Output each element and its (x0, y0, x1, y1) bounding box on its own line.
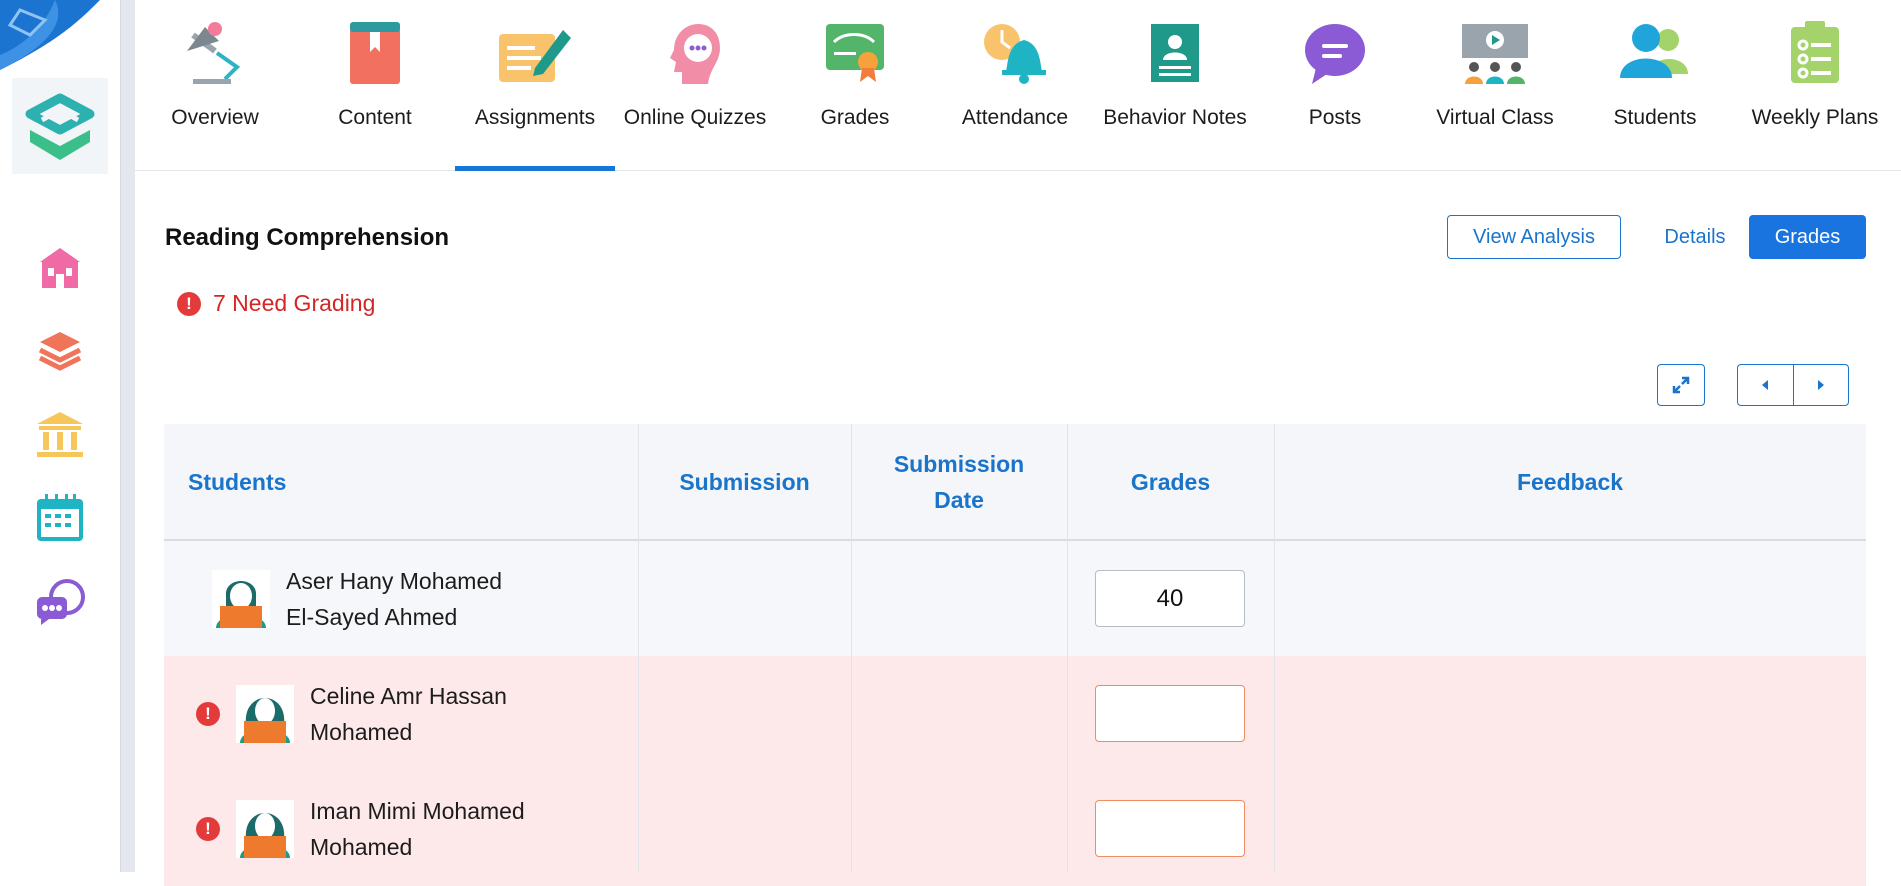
left-rail (0, 0, 120, 872)
tab-label: Assignments (474, 106, 596, 129)
bell-clock-icon (975, 18, 1055, 88)
need-grading-text: 7 Need Grading (213, 290, 376, 316)
header-feedback[interactable]: Feedback (1274, 424, 1866, 539)
grades-table: Students Submission Submission Date Grad… (164, 424, 1866, 886)
tab-online-quizzes[interactable]: Online Quizzes (615, 0, 775, 170)
tab-content[interactable]: Content (295, 0, 455, 170)
header-submission[interactable]: Submission (638, 424, 851, 539)
student-name: Aser Hany Mohamed El-Sayed Ahmed (286, 567, 503, 630)
calendar-icon[interactable] (30, 488, 90, 548)
student-cell: ! Celine Amr Hassan Mohamed (196, 656, 550, 771)
tab-students[interactable]: Students (1575, 0, 1735, 170)
certificate-icon (815, 18, 895, 88)
table-header: Students Submission Submission Date Grad… (164, 424, 1866, 541)
expand-button[interactable] (1657, 364, 1705, 406)
course-tabs: Overview Content Assignments Online Quiz… (135, 0, 1901, 171)
tab-label: Posts (1308, 106, 1362, 129)
main-content: Overview Content Assignments Online Quiz… (135, 0, 1901, 886)
active-tab-indicator (455, 166, 615, 171)
page-title: Reading Comprehension (165, 224, 450, 251)
page-curl-icon (0, 0, 100, 70)
header-submission-date[interactable]: Submission Date (851, 424, 1067, 539)
tab-label: Virtual Class (1436, 106, 1554, 129)
details-button[interactable]: Details (1645, 215, 1745, 259)
speech-bubble-icon (1295, 18, 1375, 88)
grades-button[interactable]: Grades (1749, 215, 1866, 259)
student-name: Celine Amr Hassan Mohamed (310, 682, 507, 745)
previous-page-button[interactable] (1738, 365, 1794, 405)
table-row: Aser Hany Mohamed El-Sayed Ahmed 40 (164, 541, 1866, 656)
tab-label: Weekly Plans (1751, 106, 1879, 129)
tab-label: Attendance (961, 106, 1069, 129)
column-divider (638, 424, 639, 872)
header-students[interactable]: Students (188, 424, 488, 539)
student-avatar (212, 569, 270, 628)
tab-label: Content (338, 106, 412, 129)
column-divider (1274, 424, 1275, 872)
presentation-icon (1455, 18, 1535, 88)
school-icon[interactable] (30, 238, 90, 298)
table-row: ! Iman Mimi Mohamed Mohamed (164, 771, 1866, 886)
tab-overview[interactable]: Overview (135, 0, 295, 170)
pen-paper-icon (495, 18, 575, 88)
alert-icon: ! (177, 291, 201, 316)
expand-icon (1672, 376, 1690, 394)
institution-icon[interactable] (30, 404, 90, 464)
caret-left-icon (1762, 380, 1769, 390)
view-analysis-button[interactable]: View Analysis (1447, 215, 1621, 259)
alert-icon: ! (196, 816, 220, 841)
tab-virtual-class[interactable]: Virtual Class (1415, 0, 1575, 170)
id-card-icon (1135, 18, 1215, 88)
column-divider (1067, 424, 1068, 872)
app-logo-icon[interactable] (12, 78, 108, 174)
caret-right-icon (1817, 380, 1824, 390)
table-pager (1737, 364, 1849, 406)
alert-icon: ! (196, 701, 220, 726)
tab-label: Overview (171, 106, 259, 129)
student-avatar (236, 799, 294, 858)
grade-input[interactable]: 40 (1095, 570, 1245, 627)
tab-label: Students (1613, 106, 1697, 129)
layers-icon[interactable] (30, 320, 90, 380)
grade-input[interactable] (1095, 685, 1245, 742)
table-row: ! Celine Amr Hassan Mohamed (164, 656, 1866, 771)
tab-behavior-notes[interactable]: Behavior Notes (1095, 0, 1255, 170)
tab-posts[interactable]: Posts (1255, 0, 1415, 170)
tab-assignments[interactable]: Assignments (455, 0, 615, 171)
head-chat-icon (655, 18, 735, 88)
book-icon (335, 18, 415, 88)
student-avatar (236, 684, 294, 743)
tab-label: Grades (820, 106, 890, 129)
tab-label: Behavior Notes (1103, 106, 1247, 129)
student-cell: ! Iman Mimi Mohamed Mohamed (196, 771, 550, 886)
tab-weekly-plans[interactable]: Weekly Plans (1735, 0, 1895, 170)
lamp-icon (175, 18, 255, 88)
grade-input[interactable] (1095, 800, 1245, 857)
tab-grades[interactable]: Grades (775, 0, 935, 170)
student-cell: Aser Hany Mohamed El-Sayed Ahmed (212, 541, 526, 656)
need-grading-notice: ! 7 Need Grading (177, 290, 375, 317)
header-grades[interactable]: Grades (1067, 424, 1274, 539)
tab-label: Online Quizzes (623, 106, 767, 129)
rail-divider (120, 0, 135, 872)
student-name: Iman Mimi Mohamed Mohamed (310, 797, 525, 860)
tab-attendance[interactable]: Attendance (935, 0, 1095, 170)
clipboard-list-icon (1775, 18, 1855, 88)
column-divider (851, 424, 852, 872)
users-icon (1615, 18, 1695, 88)
chat-bubbles-icon[interactable] (30, 572, 90, 632)
next-page-button[interactable] (1794, 365, 1849, 405)
